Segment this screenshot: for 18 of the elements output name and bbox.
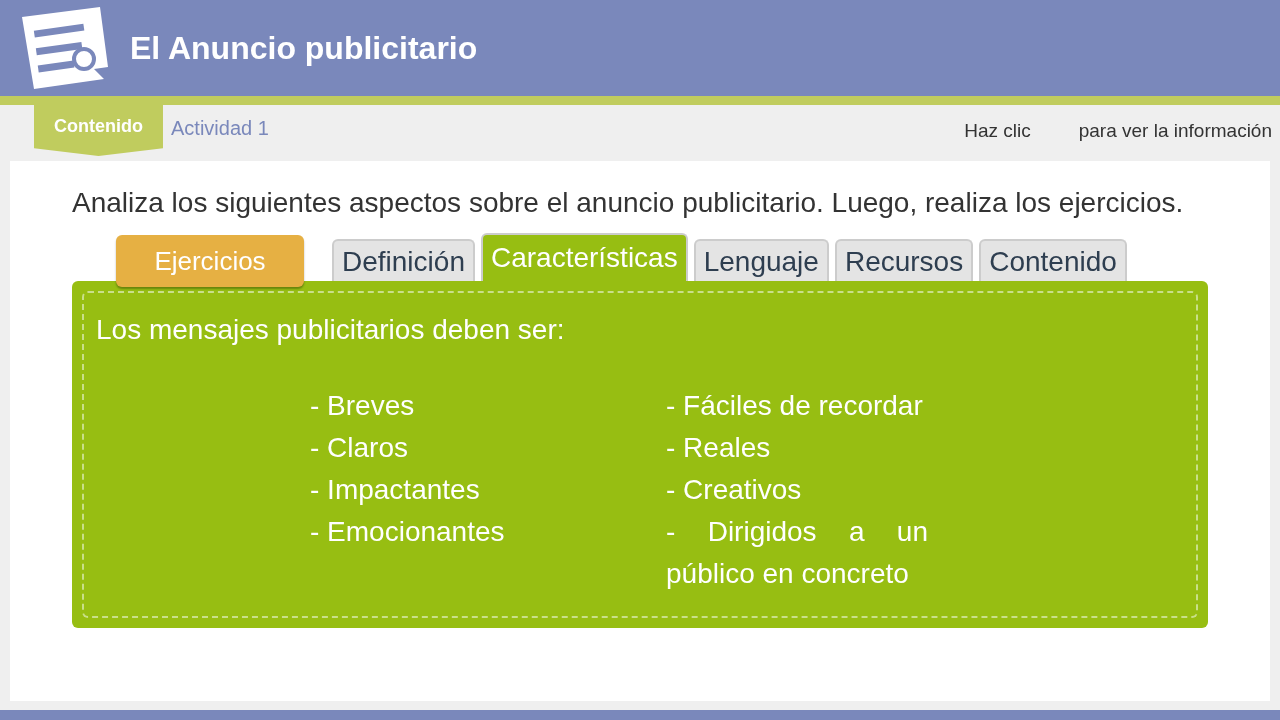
list-item: - Fáciles de recordar [666,389,924,423]
hint-text: para ver la información [1078,119,1272,143]
list-item: - Impactantes [310,473,481,507]
list-item: - Emocionantes [310,515,506,549]
tab[interactable]: Contenido [979,239,1127,281]
list-item: - Creativos [666,473,803,507]
tab[interactable]: Lenguaje [693,239,829,281]
tab[interactable]: Definición [332,239,475,281]
hint-text: Haz clic [964,119,1031,143]
page-title: El Anuncio publicitario [130,29,478,68]
list-item: - Reales [666,431,772,465]
panel-heading: Los mensajes publicitarios deben ser: [96,313,566,347]
document-search-icon [20,5,110,91]
list-item: - Dirigidos a un público en concreto [666,515,928,591]
list-item: - Claros [310,431,409,465]
instruction-text: Analiza los siguientes aspectos sobre el anuncio publicitario. Luego, realiza los ejercicios. [72,186,1185,220]
list-item: - Breves [310,389,416,423]
tab[interactable]: Recursos [834,239,974,281]
